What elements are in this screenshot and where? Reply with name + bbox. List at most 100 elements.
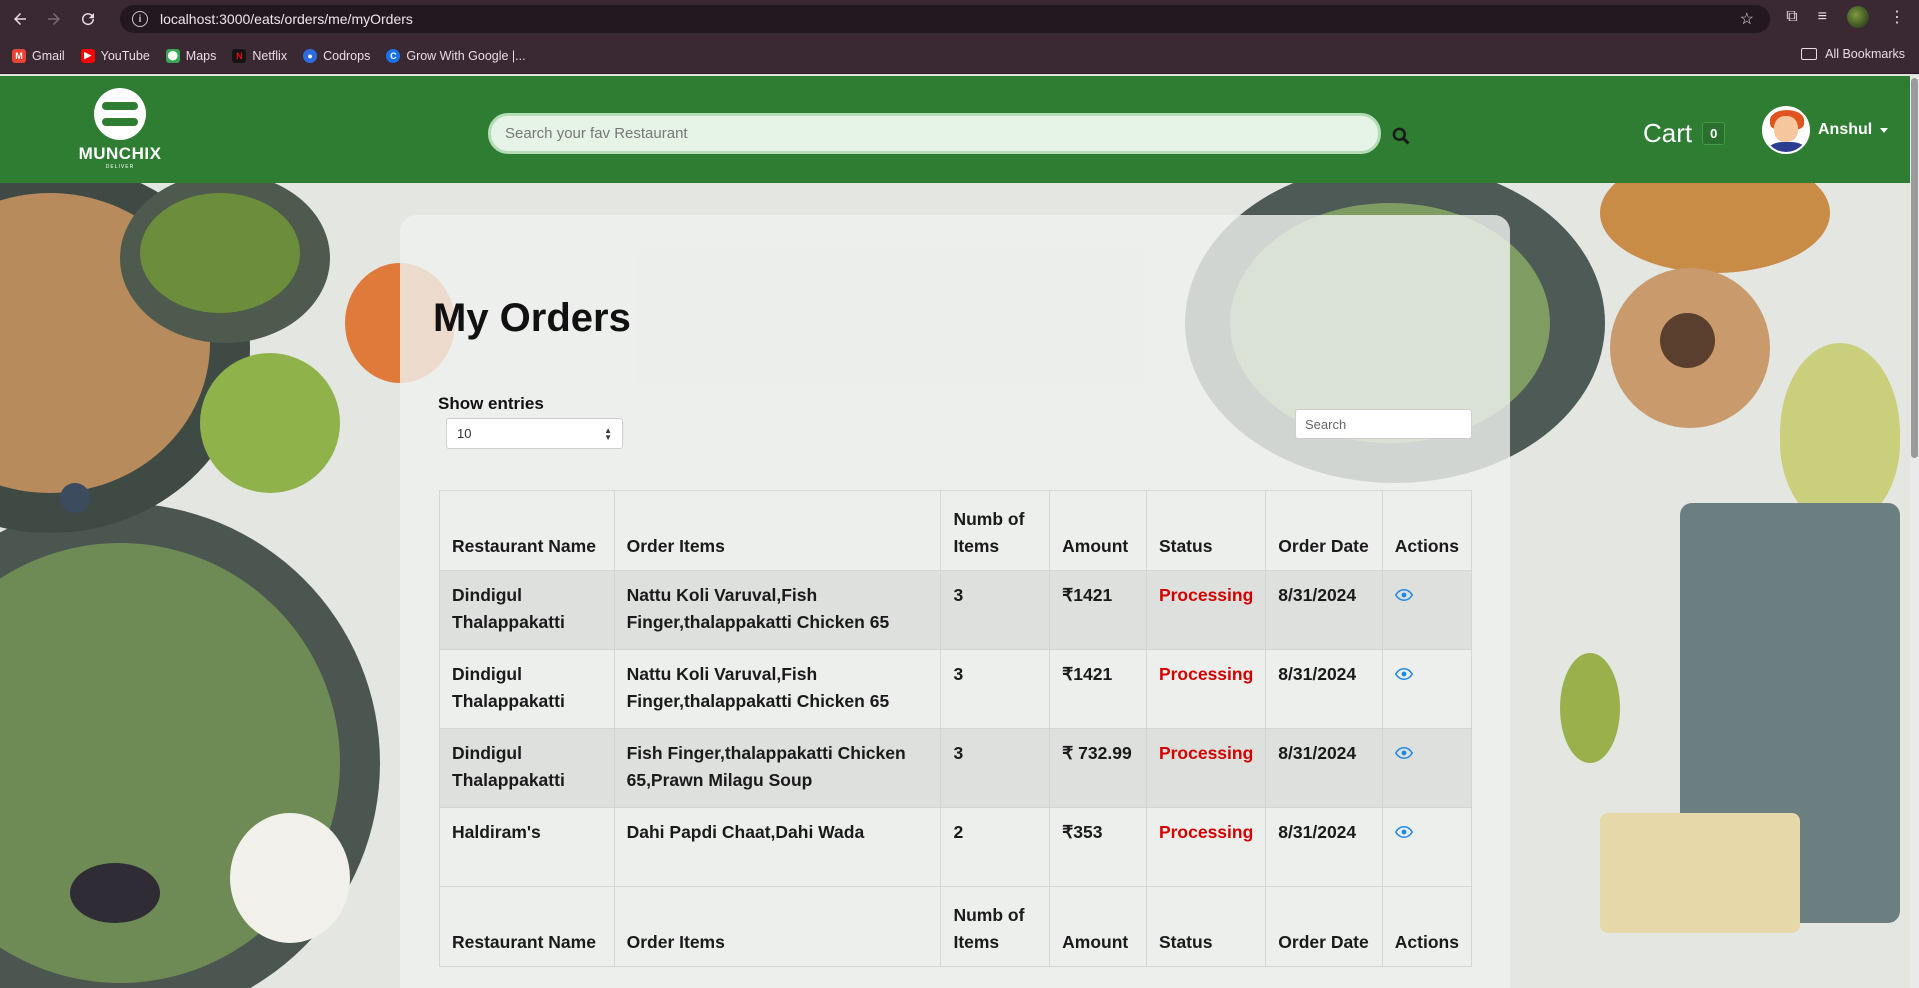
address-url[interactable]: localhost:3000/eats/orders/me/myOrders — [160, 11, 413, 27]
cell-amount: ₹ 732.99 — [1049, 728, 1147, 808]
logo-mark-icon — [94, 88, 146, 140]
cell-restaurant: Dindigul Thalappakatti — [439, 728, 615, 808]
cart-label: Cart — [1643, 118, 1693, 148]
restaurant-search-input[interactable] — [488, 113, 1381, 154]
cell-restaurant: Dindigul Thalappakatti — [439, 649, 615, 729]
entries-select[interactable]: 10 ▲ ▼ — [446, 418, 623, 449]
profile-icon[interactable] — [1847, 6, 1869, 28]
cell-count: 3 — [940, 570, 1051, 650]
folder-icon — [1801, 48, 1818, 60]
eye-icon[interactable] — [1394, 747, 1413, 759]
column-header-restaurant[interactable]: Restaurant Name — [439, 490, 615, 571]
bookmark-label: YouTube — [100, 48, 150, 63]
bookmark-label: Maps — [185, 48, 217, 63]
footer-header-date: Order Date — [1265, 886, 1383, 967]
bookmark-star-icon[interactable]: ☆ — [1740, 9, 1754, 29]
cell-restaurant: Haldiram's — [439, 807, 615, 887]
cell-actions — [1381, 649, 1473, 729]
column-header-date[interactable]: Order Date — [1265, 490, 1383, 571]
user-menu[interactable]: Anshul — [1762, 106, 1889, 154]
bookmark-grow-with-google[interactable]: C Grow With Google |... — [386, 48, 526, 63]
logo-text: MUNCHIX — [78, 144, 162, 163]
forward-icon[interactable] — [40, 5, 68, 33]
cart-button[interactable]: Cart 0 — [1643, 118, 1726, 149]
table-row: Haldiram's Dahi Papdi Chaat,Dahi Wada 2 … — [439, 807, 1473, 887]
table-row: Dindigul Thalappakatti Nattu Koli Varuva… — [439, 570, 1473, 650]
search-icon[interactable] — [1391, 126, 1411, 146]
scrollbar-thumb[interactable] — [1911, 78, 1918, 458]
table-row: Dindigul Thalappakatti Fish Finger,thala… — [439, 728, 1473, 808]
cell-amount: ₹1421 — [1049, 570, 1147, 650]
cell-items: Nattu Koli Varuval,Fish Finger,thalappak… — [613, 649, 942, 729]
page-scrollbar[interactable] — [1910, 76, 1919, 988]
bookmark-youtube[interactable]: ▶ YouTube — [80, 48, 150, 63]
page-title: My Orders — [433, 296, 631, 340]
back-icon[interactable] — [6, 5, 34, 33]
bookmark-label: Gmail — [32, 48, 65, 63]
site-info-icon[interactable]: i — [132, 11, 148, 27]
cell-date: 8/31/2024 — [1265, 728, 1383, 808]
avatar — [1762, 106, 1810, 154]
codrops-icon: ● — [303, 48, 318, 63]
app-header: MUNCHIX DELIVER Cart 0 Anshul — [0, 76, 1910, 183]
bookmark-maps[interactable]: ⬤ Maps — [165, 48, 217, 63]
cell-actions — [1381, 570, 1473, 650]
bookmark-netflix[interactable]: N Netflix — [232, 48, 288, 63]
cell-count: 3 — [940, 728, 1051, 808]
bookmark-codrops[interactable]: ● Codrops — [303, 48, 370, 63]
table-search-input[interactable] — [1295, 409, 1472, 439]
cell-status: Processing — [1145, 570, 1267, 650]
eye-icon[interactable] — [1394, 668, 1413, 680]
table-row: Dindigul Thalappakatti Nattu Koli Varuva… — [439, 649, 1473, 729]
cell-amount: ₹353 — [1049, 807, 1147, 887]
cell-actions — [1381, 728, 1473, 808]
netflix-icon: N — [232, 48, 247, 63]
cell-status: Processing — [1145, 807, 1267, 887]
cell-restaurant: Dindigul Thalappakatti — [439, 570, 615, 650]
media-icon[interactable]: ≡ — [1818, 8, 1827, 26]
cell-count: 2 — [940, 807, 1051, 887]
munchix-logo[interactable]: MUNCHIX DELIVER — [72, 88, 168, 174]
menu-icon[interactable]: ⋮ — [1889, 7, 1905, 27]
youtube-icon: ▶ — [80, 48, 95, 63]
cell-date: 8/31/2024 — [1265, 807, 1383, 887]
all-bookmarks[interactable]: All Bookmarks — [1801, 47, 1905, 61]
cell-date: 8/31/2024 — [1265, 649, 1383, 729]
all-bookmarks-label: All Bookmarks — [1825, 47, 1905, 61]
address-bar[interactable]: i localhost:3000/eats/orders/me/myOrders… — [120, 5, 1770, 33]
caret-down-icon — [1880, 127, 1889, 133]
grow-with-google-icon: C — [386, 48, 401, 63]
select-arrows-icon: ▲ ▼ — [604, 426, 612, 442]
column-header-actions[interactable]: Actions — [1381, 490, 1473, 571]
show-entries-label: Show entries — [438, 394, 544, 413]
table-header-row: Restaurant Name Order Items Numb of Item… — [439, 490, 1473, 571]
column-header-count[interactable]: Numb of Items — [940, 490, 1051, 571]
footer-header-items: Order Items — [613, 886, 942, 967]
footer-header-count: Numb of Items — [940, 886, 1051, 967]
cell-amount: ₹1421 — [1049, 649, 1147, 729]
bookmark-gmail[interactable]: M Gmail — [12, 48, 65, 63]
footer-header-amount: Amount — [1049, 886, 1147, 967]
reload-icon[interactable] — [74, 5, 102, 33]
column-header-amount[interactable]: Amount — [1049, 490, 1147, 571]
column-header-status[interactable]: Status — [1145, 490, 1267, 571]
logo-subtext: DELIVER — [105, 164, 135, 170]
eye-icon[interactable] — [1394, 589, 1413, 601]
bookmarks-bar: M Gmail ▶ YouTube ⬤ Maps N Netflix ● Codrops … — [0, 38, 1919, 74]
footer-header-status: Status — [1145, 886, 1267, 967]
user-name: Anshul — [1818, 121, 1873, 138]
table-footer-row: Restaurant Name Order Items Numb of Item… — [439, 886, 1473, 967]
eye-icon[interactable] — [1394, 826, 1413, 838]
cell-items: Nattu Koli Varuval,Fish Finger,thalappak… — [613, 570, 942, 650]
column-header-items[interactable]: Order Items — [613, 490, 942, 571]
extensions-icon[interactable]: ⧉ — [1786, 8, 1797, 26]
entries-value: 10 — [457, 426, 472, 441]
footer-header-actions: Actions — [1381, 886, 1473, 967]
cart-count-badge: 0 — [1702, 122, 1726, 145]
cell-status: Processing — [1145, 728, 1267, 808]
maps-icon: ⬤ — [165, 48, 180, 63]
footer-header-restaurant: Restaurant Name — [439, 886, 615, 967]
cell-items: Dahi Papdi Chaat,Dahi Wada — [613, 807, 942, 887]
gmail-icon: M — [12, 48, 26, 63]
bookmark-label: Netflix — [252, 48, 288, 63]
